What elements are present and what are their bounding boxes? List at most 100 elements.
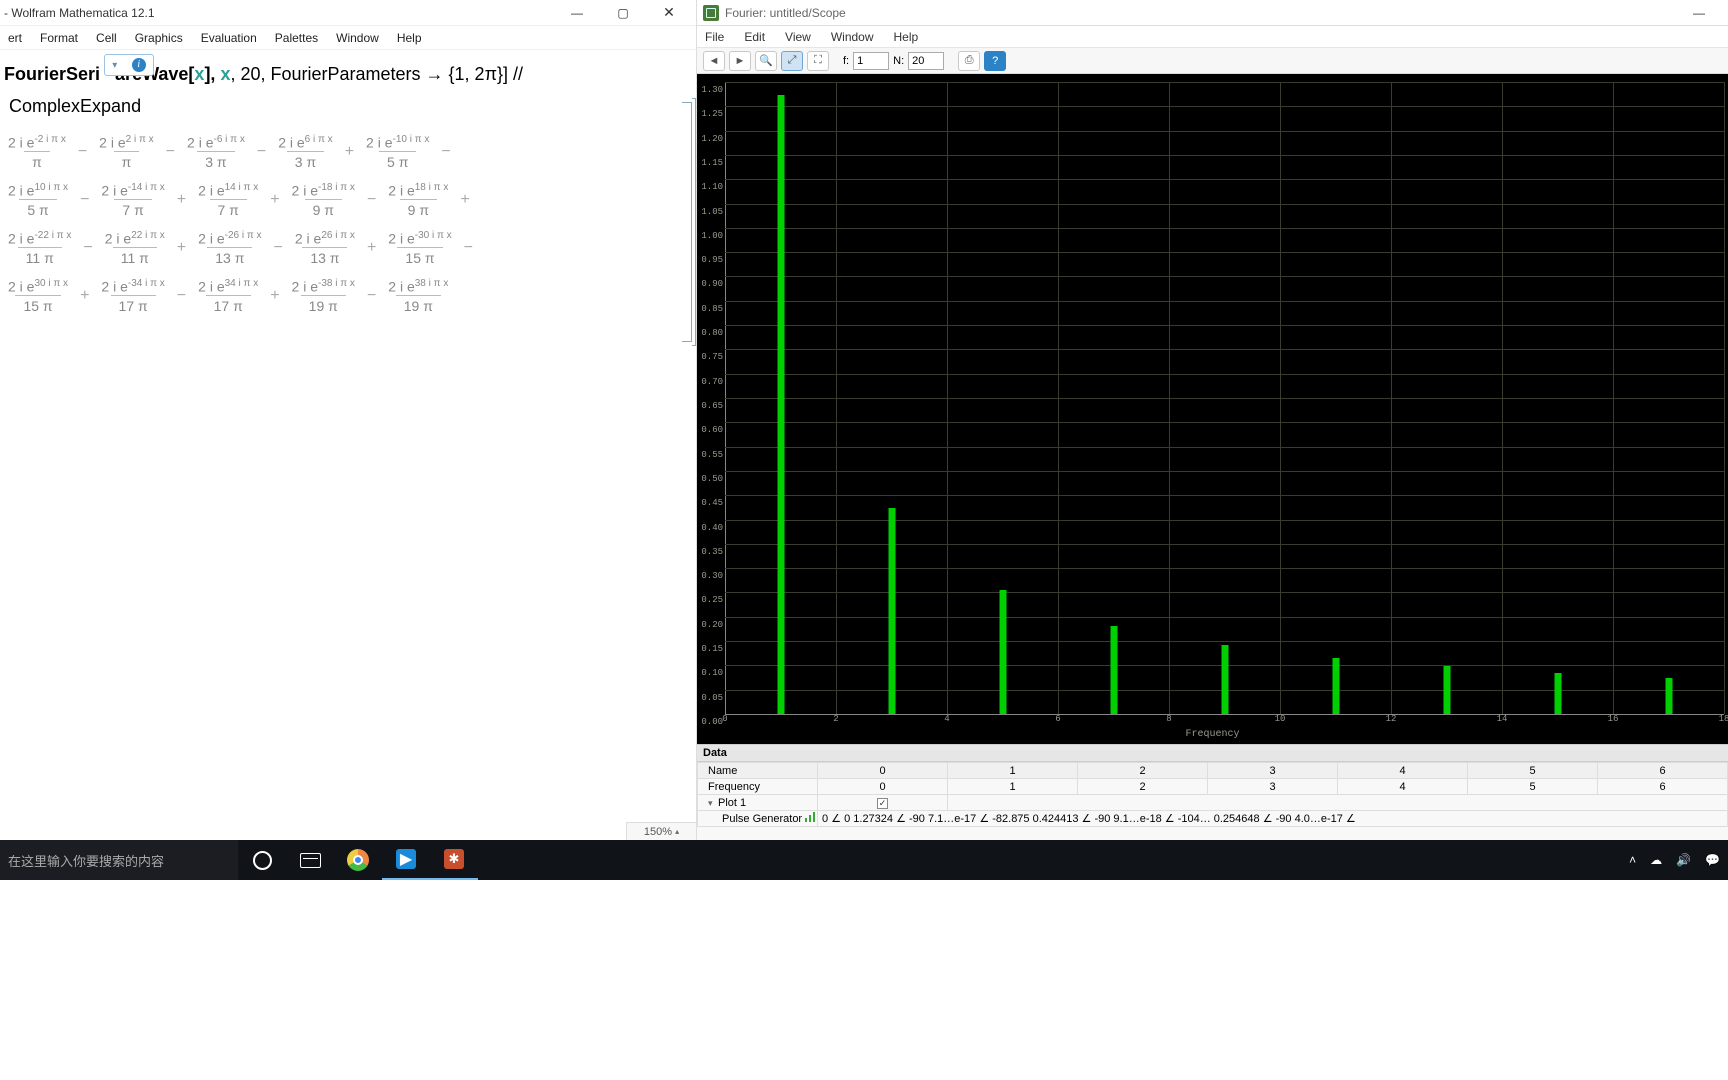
x-axis-label: Frequency	[1185, 729, 1239, 740]
scope-menu-view[interactable]: View	[785, 30, 811, 44]
cell-bracket[interactable]	[682, 102, 692, 342]
data-table: Name 0 1 2 3 4 5 6 Frequency 0 1 2 3 4 5…	[697, 762, 1728, 827]
frequency-row: Frequency 0 1 2 3 4 5 6	[698, 779, 1728, 795]
menu-insert[interactable]: ert	[8, 31, 22, 45]
cortana-icon	[253, 851, 272, 870]
series-label: Pulse Generator	[722, 813, 802, 825]
export-button[interactable]: ⎙	[958, 51, 980, 71]
autocomplete-popup[interactable]: ▾ i	[104, 54, 154, 76]
col-header: 4	[1338, 763, 1468, 779]
menu-graphics[interactable]: Graphics	[135, 31, 183, 45]
data-header: Data	[697, 745, 1728, 762]
col-header: 1	[948, 763, 1078, 779]
name-header: Name	[698, 763, 818, 779]
zoom-up-icon[interactable]: ▴	[675, 823, 679, 841]
volume-icon[interactable]: 🔊	[1676, 853, 1691, 867]
menu-evaluation[interactable]: Evaluation	[201, 31, 257, 45]
task-view-icon	[300, 853, 321, 868]
series-row[interactable]: Pulse Generator ✓ 0 ∠ 0 1.27324 ∠ -90 7.…	[698, 811, 1728, 827]
plot-group-row[interactable]: ▾Plot 1 ✓	[698, 795, 1728, 811]
play-icon: ▶	[396, 849, 416, 869]
table-header-row: Name 0 1 2 3 4 5 6	[698, 763, 1728, 779]
fit-button[interactable]: ⛶	[807, 51, 829, 71]
menu-format[interactable]: Format	[40, 31, 78, 45]
data-panel: Data Name 0 1 2 3 4 5 6 Frequency 0 1 2 …	[697, 744, 1728, 840]
system-tray[interactable]: ˄ ☁ 🔊 💬	[1629, 840, 1728, 880]
cell-group-bracket[interactable]	[692, 98, 696, 346]
zoom-in-button[interactable]: 🔍	[755, 51, 777, 71]
settings-app-button[interactable]: ✱	[430, 840, 478, 880]
y-axis: 1.301.251.201.151.101.051.000.950.900.85…	[697, 82, 725, 706]
plot-label: Plot 1	[718, 797, 746, 809]
scope-titlebar[interactable]: Fourier: untitled/Scope —	[697, 0, 1728, 26]
code-fragment: FourierSeri	[4, 64, 100, 84]
mathematica-titlebar[interactable]: - Wolfram Mathematica 12.1 — ▢ ✕	[0, 0, 696, 26]
scope-menu-window[interactable]: Window	[831, 30, 874, 44]
search-placeholder: 在这里输入你要搜索的内容	[8, 851, 164, 870]
code-var: x	[220, 64, 230, 84]
notebook-content[interactable]: FourierSeri areWave[x], x, 20, FourierPa…	[0, 50, 696, 331]
code-fragment: ],	[204, 64, 220, 84]
tray-chevron-icon[interactable]: ˄	[1629, 853, 1636, 867]
menu-window[interactable]: Window	[336, 31, 379, 45]
freq-label: Frequency	[698, 779, 818, 795]
col-header: 0	[818, 763, 948, 779]
close-button[interactable]: ✕	[646, 2, 692, 24]
cell: 3	[1208, 779, 1338, 795]
scope-plot[interactable]: 1.301.251.201.151.101.051.000.950.900.85…	[697, 74, 1728, 744]
back-button[interactable]: ◄	[703, 51, 725, 71]
scope-menu-help[interactable]: Help	[894, 30, 919, 44]
task-view-button[interactable]	[286, 840, 334, 880]
cell: 1	[948, 779, 1078, 795]
col-header: 6	[1598, 763, 1728, 779]
gear-icon: ✱	[444, 849, 464, 869]
cell: 4	[1338, 779, 1468, 795]
n-label: N:	[893, 55, 904, 67]
taskbar: 在这里输入你要搜索的内容 ▶ ✱ ˄ ☁ 🔊 💬	[0, 840, 1728, 880]
cell: 0	[818, 779, 948, 795]
scope-minimize-button[interactable]: —	[1676, 2, 1722, 24]
chrome-button[interactable]	[334, 840, 382, 880]
video-app-button[interactable]: ▶	[382, 840, 430, 880]
code-var: x	[194, 64, 204, 84]
notifications-icon[interactable]: 💬	[1705, 853, 1720, 867]
cortana-button[interactable]	[238, 840, 286, 880]
info-icon[interactable]: i	[132, 58, 146, 72]
chevron-down-icon[interactable]: ▾	[112, 60, 117, 71]
scope-menubar: File Edit View Window Help	[697, 26, 1728, 48]
mathematica-title: - Wolfram Mathematica 12.1	[4, 6, 554, 20]
n-input[interactable]	[908, 52, 944, 70]
scope-app-icon	[703, 5, 719, 21]
search-box[interactable]: 在这里输入你要搜索的内容	[0, 840, 238, 880]
scope-window: Fourier: untitled/Scope — File Edit View…	[697, 0, 1728, 840]
zoom-region-button[interactable]: ⤢	[781, 51, 803, 71]
menu-palettes[interactable]: Palettes	[275, 31, 318, 45]
chrome-icon	[347, 849, 369, 871]
scope-menu-edit[interactable]: Edit	[744, 30, 765, 44]
maximize-button[interactable]: ▢	[600, 2, 646, 24]
scope-menu-file[interactable]: File	[705, 30, 724, 44]
help-button[interactable]: ?	[984, 51, 1006, 71]
mathematica-window: - Wolfram Mathematica 12.1 — ▢ ✕ ert For…	[0, 0, 697, 840]
checkbox[interactable]: ✓	[877, 798, 888, 809]
zoom-value: 150%	[644, 823, 672, 841]
col-header: 3	[1208, 763, 1338, 779]
cell: 5	[1468, 779, 1598, 795]
menu-cell[interactable]: Cell	[96, 31, 117, 45]
menu-help[interactable]: Help	[397, 31, 422, 45]
col-header: 5	[1468, 763, 1598, 779]
cloud-icon[interactable]: ☁	[1650, 853, 1662, 867]
forward-button[interactable]: ►	[729, 51, 751, 71]
plot-canvas[interactable]	[725, 82, 1724, 714]
zoom-status[interactable]: 150% ▴	[626, 822, 696, 840]
tree-toggle-icon[interactable]: ▾	[708, 798, 718, 809]
scope-title: Fourier: untitled/Scope	[725, 6, 846, 20]
f-label: f:	[843, 55, 849, 67]
signal-icon	[805, 812, 817, 822]
minimize-button[interactable]: —	[554, 2, 600, 24]
col-header: 2	[1078, 763, 1208, 779]
cell: 6	[1598, 779, 1728, 795]
f-input[interactable]	[853, 52, 889, 70]
output-cell: 2 i e-2 i π xπ−2 i e2 i π xπ−2 i e-6 i π…	[4, 131, 692, 317]
data-cells: 0 ∠ 0 1.27324 ∠ -90 7.1…e-17 ∠ -82.875 0…	[818, 811, 1728, 827]
